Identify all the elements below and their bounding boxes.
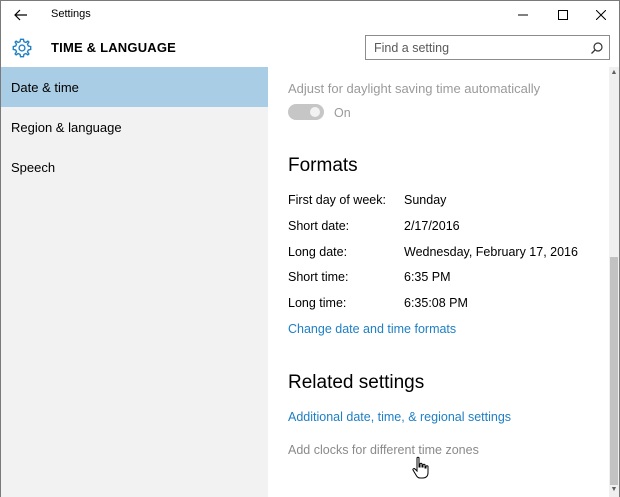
formats-heading: Formats <box>288 155 358 176</box>
window-title: Settings <box>51 8 91 20</box>
related-settings-heading: Related settings <box>288 372 425 393</box>
toggle-knob <box>310 107 320 117</box>
page-title: TIME & LANGUAGE <box>51 40 177 55</box>
sidebar-item-date-time[interactable]: Date & time <box>1 67 268 107</box>
row-label-short-date: Short date: <box>288 219 350 233</box>
dst-toggle[interactable] <box>288 104 324 120</box>
sidebar-item-label: Date & time <box>11 80 79 95</box>
maximize-button[interactable] <box>543 1 583 29</box>
add-clocks-link[interactable]: Add clocks for different time zones <box>288 443 479 457</box>
minimize-icon <box>518 14 528 16</box>
row-value-long-time: 6:35:08 PM <box>404 296 468 310</box>
row-value-short-date: 2/17/2016 <box>404 219 460 233</box>
row-label-long-date: Long date: <box>288 245 348 259</box>
row-label-short-time: Short time: <box>288 270 349 284</box>
row-value-short-time: 6:35 PM <box>404 270 451 284</box>
back-arrow-icon <box>14 9 27 21</box>
search-input[interactable]: Find a setting <box>365 35 610 60</box>
row-value-long-date: Wednesday, February 17, 2016 <box>404 245 578 259</box>
row-label-long-time: Long time: <box>288 296 347 310</box>
search-icon[interactable] <box>590 41 604 55</box>
close-icon <box>596 10 606 20</box>
sidebar-item-region-language[interactable]: Region & language <box>1 107 268 147</box>
settings-header: TIME & LANGUAGE Find a setting <box>1 29 619 67</box>
vertical-scrollbar[interactable]: ▲ ▼ <box>609 67 619 497</box>
sidebar-item-speech[interactable]: Speech <box>1 147 268 187</box>
scroll-down-icon[interactable]: ▼ <box>610 486 618 494</box>
row-value-first-day: Sunday <box>404 193 447 207</box>
gear-icon <box>12 38 32 58</box>
change-formats-link[interactable]: Change date and time formats <box>288 322 456 336</box>
sidebar-item-label: Speech <box>11 160 56 175</box>
minimize-button[interactable] <box>503 1 543 29</box>
main-content: Adjust for daylight saving time automati… <box>268 67 609 497</box>
hand-cursor-icon <box>412 456 429 479</box>
title-bar: Settings <box>1 1 619 29</box>
regional-settings-link[interactable]: Additional date, time, & regional settin… <box>288 410 511 424</box>
scrollbar-thumb[interactable] <box>610 257 618 485</box>
scroll-up-icon[interactable]: ▲ <box>610 69 618 77</box>
close-button[interactable] <box>581 1 620 29</box>
sidebar: Date & time Region & language Speech <box>1 67 268 497</box>
sidebar-item-label: Region & language <box>11 120 122 135</box>
back-button[interactable] <box>1 1 41 29</box>
row-label-first-day: First day of week: <box>288 193 386 207</box>
maximize-icon <box>558 10 568 20</box>
dst-state: On <box>334 106 351 120</box>
search-placeholder: Find a setting <box>374 41 450 55</box>
dst-label: Adjust for daylight saving time automati… <box>288 81 541 96</box>
settings-window: Settings TIME & LANGUAGE Find a setting … <box>0 0 620 497</box>
